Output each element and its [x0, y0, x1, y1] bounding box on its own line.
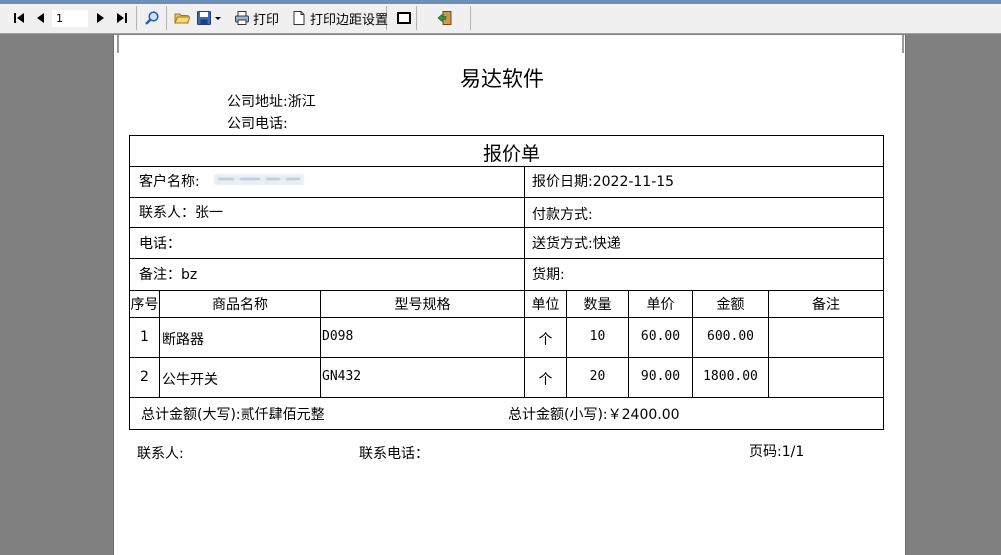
row-divider: [129, 166, 884, 167]
first-page-icon: [14, 13, 24, 23]
column-header-quantity: 数量: [583, 297, 612, 313]
remark: 备注：bz: [139, 267, 198, 283]
total-amount-upper: 总计金额(大写):贰仟肆佰元整: [141, 407, 325, 423]
right-margin-marker[interactable]: [902, 35, 904, 53]
open-button[interactable]: [174, 6, 190, 30]
print-margin-settings-button[interactable]: 打印边距设置: [291, 6, 388, 30]
left-margin-marker[interactable]: [117, 35, 119, 53]
chevron-down-icon: [215, 17, 221, 20]
quote-date: 报价日期:2022-11-15: [532, 174, 675, 190]
table-row-1-product-name: 断路器: [162, 332, 204, 348]
table-bottom-border: [129, 429, 884, 430]
table-row-2-product-name: 公牛开关: [162, 372, 218, 388]
single-page-icon: [397, 12, 411, 24]
exit-button[interactable]: [437, 6, 453, 30]
table-row-2-unit: 个: [538, 372, 553, 388]
last-page-icon: [117, 13, 127, 23]
table-row-1-amount: 600.00: [707, 329, 754, 344]
zoom-button[interactable]: [144, 6, 160, 30]
column-header-amount: 金额: [716, 297, 745, 313]
print-margin-settings-label: 打印边距设置: [310, 12, 389, 28]
page-setup-icon: [293, 11, 305, 25]
table-row-2-model-spec: GN432: [322, 369, 362, 384]
row-divider: [129, 197, 884, 198]
column-header-index: 序号: [130, 297, 159, 313]
magnifier-icon: [145, 11, 159, 25]
table-row-2-amount: 1800.00: [703, 369, 758, 384]
company-name: 易达软件: [460, 67, 544, 91]
last-page-button[interactable]: [114, 6, 130, 30]
table-right-border: [883, 135, 884, 430]
customer-phone: 电话：: [139, 236, 181, 252]
company-address: 公司地址:浙江: [227, 94, 316, 110]
next-page-button[interactable]: [92, 6, 108, 30]
table-row-2-unit-price: 90.00: [640, 369, 681, 384]
row-divider: [129, 397, 884, 398]
table-top-border: [129, 135, 884, 136]
row-divider: [129, 290, 884, 291]
document-title: 报价单: [483, 143, 541, 165]
table-row-2-index: 2: [140, 369, 149, 385]
next-page-icon: [97, 13, 104, 23]
save-options-dropdown[interactable]: [214, 6, 222, 30]
footer-page-number: 页码:1/1: [749, 444, 805, 460]
row-divider: [129, 357, 884, 358]
column-header-product-name: 商品名称: [212, 297, 268, 313]
print-label: 打印: [253, 12, 280, 28]
previous-page-button[interactable]: [33, 6, 49, 30]
table-row-1-index: 1: [140, 329, 149, 345]
page-number-input[interactable]: 1: [52, 10, 88, 27]
table-row-1-model-spec: D098: [322, 329, 354, 344]
row-divider: [129, 258, 884, 259]
first-page-button[interactable]: [11, 6, 27, 30]
table-left-border: [129, 135, 130, 430]
customer-name-label: 客户名称:: [139, 174, 200, 190]
previous-page-icon: [37, 13, 44, 23]
row-divider: [129, 227, 884, 228]
column-header-remark: 备注: [812, 297, 840, 313]
exit-door-icon: [437, 11, 452, 25]
table-row-2-quantity: 20: [589, 369, 606, 384]
column-header-unit: 单位: [531, 297, 560, 313]
floppy-disk-icon: [197, 11, 211, 25]
customer-name-redacted: [214, 174, 304, 185]
payment-method: 付款方式:: [532, 207, 593, 223]
window-top-edge: [0, 0, 1001, 4]
table-row-1-unit: 个: [538, 332, 553, 348]
contact-person: 联系人：张一: [139, 205, 223, 221]
print-button[interactable]: 打印: [234, 6, 279, 30]
footer-phone: 联系电话：: [359, 446, 429, 462]
column-header-unit-price: 单价: [646, 297, 675, 313]
delivery-method: 送货方式:快递: [532, 236, 621, 252]
preview-toolbar: 1 打印 打印边距设置: [0, 0, 1001, 34]
page-view-button[interactable]: [396, 6, 412, 30]
total-amount-lower: 总计金额(小写):￥2400.00: [508, 407, 680, 423]
footer-contact: 联系人:: [137, 446, 184, 462]
info-column-divider: [524, 166, 525, 291]
table-row-1-quantity: 10: [589, 329, 606, 344]
header-divider: [129, 317, 884, 318]
lead-time: 货期:: [532, 267, 565, 283]
save-button[interactable]: [196, 6, 212, 30]
folder-open-icon: [174, 13, 190, 24]
printer-icon: [235, 11, 249, 25]
company-phone: 公司电话:: [227, 116, 288, 132]
table-row-1-unit-price: 60.00: [640, 329, 681, 344]
column-header-model-spec: 型号规格: [394, 297, 451, 313]
